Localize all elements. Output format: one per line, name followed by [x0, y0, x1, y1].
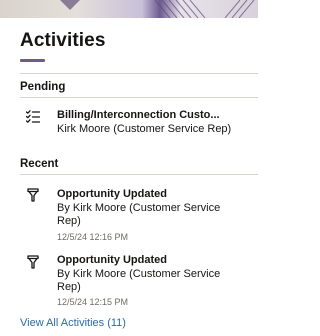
- activity-title[interactable]: Billing/Interconnection Custo...: [57, 109, 237, 121]
- title-accent-bar: [20, 59, 45, 62]
- divider: [20, 73, 258, 74]
- activity-subtitle: Kirk Moore (Customer Service Rep): [57, 123, 232, 135]
- activity-subtitle: By Kirk Moore (Customer Service Rep): [57, 268, 221, 293]
- divider: [20, 97, 258, 98]
- divider: [20, 174, 258, 175]
- activity-timestamp: 12/5/24 12:16 PM: [57, 232, 129, 242]
- task-list-icon: [26, 110, 40, 123]
- funnel-icon: [27, 188, 39, 202]
- section-label-recent: Recent: [20, 158, 59, 170]
- funnel-icon: [27, 255, 39, 269]
- section-label-pending: Pending: [20, 81, 66, 93]
- header-banner: [0, 0, 258, 18]
- view-all-activities-link[interactable]: View All Activities (11): [20, 317, 126, 329]
- activity-title[interactable]: Opportunity Updated: [57, 188, 237, 200]
- activity-timestamp: 12/5/24 12:15 PM: [57, 297, 129, 307]
- page-title: Activities: [20, 30, 106, 51]
- activity-subtitle: By Kirk Moore (Customer Service Rep): [57, 202, 221, 227]
- banner-pattern: [60, 0, 255, 18]
- activity-title[interactable]: Opportunity Updated: [57, 254, 237, 266]
